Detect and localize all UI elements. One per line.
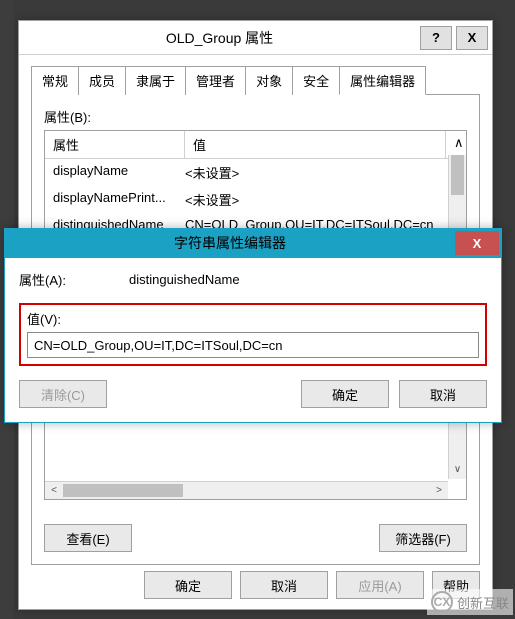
- scroll-right-arrow[interactable]: >: [430, 482, 448, 499]
- help-button[interactable]: ?: [420, 26, 452, 50]
- editor-ok-button[interactable]: 确定: [301, 380, 389, 408]
- column-header-value[interactable]: 值: [185, 131, 446, 158]
- watermark-icon: CX: [431, 591, 453, 613]
- attribute-label: 属性(A):: [19, 270, 129, 289]
- tab-memberof[interactable]: 隶属于: [125, 66, 186, 95]
- attribute-value: distinguishedName: [129, 272, 240, 287]
- clear-button[interactable]: 清除(C): [19, 380, 107, 408]
- tab-security[interactable]: 安全: [292, 66, 340, 95]
- tab-object[interactable]: 对象: [245, 66, 293, 95]
- close-button[interactable]: X: [456, 26, 488, 50]
- tab-strip: 常规 成员 隶属于 管理者 对象 安全 属性编辑器: [31, 65, 480, 95]
- editor-body: 属性(A): distinguishedName 值(V): 清除(C) 确定 …: [5, 258, 501, 422]
- cell-value: <未设置>: [185, 190, 458, 209]
- cell-value: <未设置>: [185, 163, 458, 182]
- value-input[interactable]: [27, 332, 479, 358]
- horizontal-scrollbar[interactable]: < >: [45, 481, 448, 499]
- scroll-thumb[interactable]: [63, 484, 183, 497]
- filter-button[interactable]: 筛选器(F): [379, 524, 467, 552]
- properties-title: OLD_Group 属性: [19, 28, 420, 48]
- attribute-row: 属性(A): distinguishedName: [19, 270, 487, 289]
- table-row[interactable]: displayNamePrint...<未设置>: [45, 186, 466, 213]
- panel-button-row: 查看(E) 筛选器(F): [44, 524, 467, 552]
- watermark-text: 创新互联: [457, 593, 509, 612]
- table-row[interactable]: displayName<未设置>: [45, 159, 466, 186]
- scroll-left-arrow[interactable]: <: [45, 482, 63, 499]
- editor-title: 字符串属性编辑器: [5, 233, 455, 253]
- ok-button[interactable]: 确定: [144, 571, 232, 599]
- apply-button[interactable]: 应用(A): [336, 571, 424, 599]
- editor-close-button[interactable]: X: [455, 231, 499, 255]
- scroll-thumb[interactable]: [451, 155, 464, 195]
- cell-name: displayNamePrint...: [53, 190, 185, 209]
- watermark: CX 创新互联: [427, 589, 513, 615]
- cancel-button[interactable]: 取消: [240, 571, 328, 599]
- scroll-up-arrow[interactable]: ∧: [446, 131, 466, 158]
- properties-titlebar[interactable]: OLD_Group 属性 ? X: [19, 21, 492, 55]
- grid-header: 属性 值 ∧: [45, 131, 466, 159]
- scroll-down-arrow[interactable]: ∨: [449, 461, 466, 479]
- attributes-label: 属性(B):: [44, 107, 467, 126]
- value-highlight-box: 值(V):: [19, 303, 487, 366]
- cell-name: displayName: [53, 163, 185, 182]
- tab-members[interactable]: 成员: [78, 66, 126, 95]
- value-label: 值(V):: [27, 309, 479, 328]
- editor-cancel-button[interactable]: 取消: [399, 380, 487, 408]
- tab-attribute-editor[interactable]: 属性编辑器: [339, 66, 426, 95]
- editor-button-row: 清除(C) 确定 取消: [19, 380, 487, 408]
- editor-titlebar[interactable]: 字符串属性编辑器 X: [5, 228, 501, 258]
- tab-managedby[interactable]: 管理者: [185, 66, 246, 95]
- string-editor-dialog: 字符串属性编辑器 X 属性(A): distinguishedName 值(V)…: [4, 228, 502, 423]
- column-header-name[interactable]: 属性: [45, 131, 185, 158]
- tab-general[interactable]: 常规: [31, 66, 79, 95]
- view-button[interactable]: 查看(E): [44, 524, 132, 552]
